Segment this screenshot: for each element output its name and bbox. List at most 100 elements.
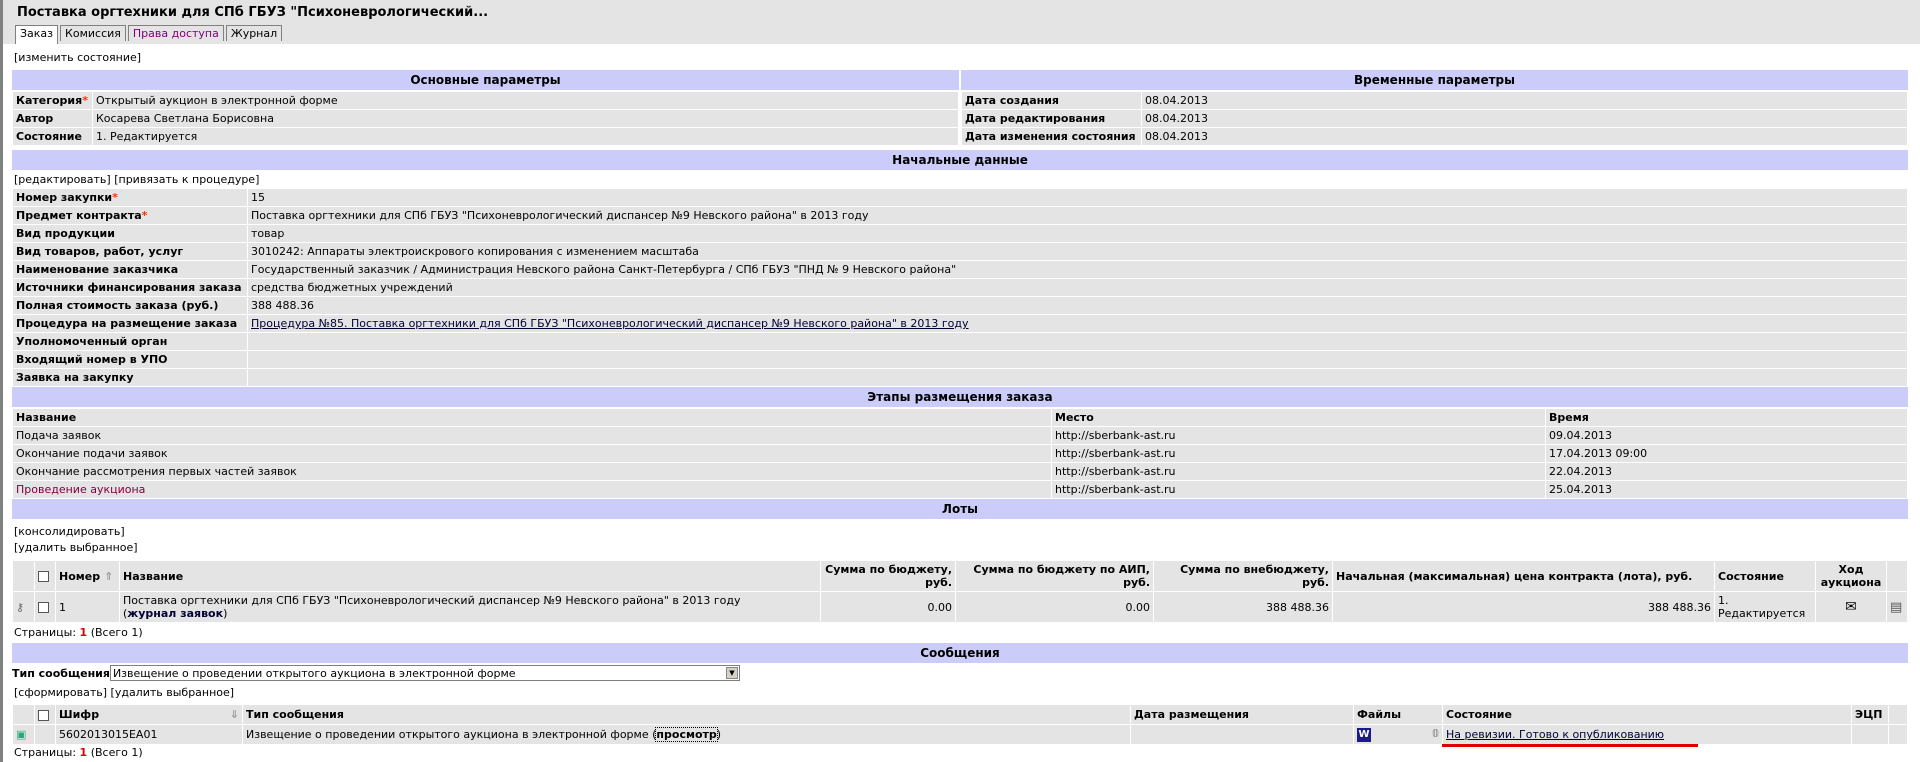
window-frame (0, 0, 3, 762)
lots-table: Номер ⇑ Название Сумма по бюджету, руб. … (12, 560, 1908, 623)
main-params-header: Основные параметры (12, 70, 959, 91)
table-row: Дата создания 08.04.2013 (961, 91, 1908, 110)
col-date: Дата размещения (1130, 704, 1354, 725)
col-auction: Ход аукциона (1815, 560, 1887, 592)
content: [изменить состояние] Основные параметры … (12, 44, 1908, 761)
initial-field-value (247, 368, 1908, 387)
required-marker: * (82, 94, 88, 107)
initial-field-value: товар (247, 224, 1908, 243)
time-param-label: Дата изменения состояния (961, 127, 1142, 146)
word-file-icon[interactable]: W (1357, 728, 1371, 742)
message-state-link[interactable]: На ревизии. Готово к опубликованию (1446, 728, 1664, 741)
table-row: Входящий номер в УПО (12, 350, 1908, 369)
table-row: Уполномоченный орган (12, 332, 1908, 351)
message-code: 5602013015EA01 (55, 724, 243, 745)
initial-field-value (247, 332, 1908, 351)
initial-field-label: Полная стоимость заказа (руб.) (12, 296, 248, 315)
col-signature: ЭЦП (1851, 704, 1889, 725)
initial-field-value: 3010242: Аппараты электроискрового копир… (247, 242, 1908, 261)
table-row: Подача заявок http://sberbank-ast.ru 09.04… (12, 426, 1908, 445)
tab-commission[interactable]: Комиссия (60, 25, 126, 41)
col-files: Файлы (1353, 704, 1443, 725)
time-params-header: Временные параметры (961, 70, 1908, 91)
table-row: Наименование заказчика Государственный за… (12, 260, 1908, 279)
row-checkbox[interactable] (38, 602, 49, 613)
table-row: Категория* Открытый аукцион в электронной… (12, 91, 959, 110)
bids-journal-link[interactable]: журнал заявок (127, 607, 223, 620)
initial-field-label: Источники финансирования заказа (12, 278, 248, 297)
initial-field-value: Государственный заказчик / Администрация… (247, 260, 1908, 279)
tab-order[interactable]: Заказ (15, 25, 59, 44)
time-param-label: Дата редактирования (961, 109, 1142, 128)
initial-field-value: 388 488.36 (247, 296, 1908, 315)
table-row: Полная стоимость заказа (руб.) 388 488.36 (12, 296, 1908, 315)
consolidate-link[interactable]: [консолидировать] (12, 520, 1908, 540)
initial-field-value: Поставка оргтехники для СПб ГБУЗ "Психон… (247, 206, 1908, 225)
message-file-icon[interactable]: ▣ (12, 724, 35, 745)
col-time: Время (1545, 408, 1908, 427)
stages-header: Этапы размещения заказа (12, 387, 1908, 408)
stage-name: Окончание рассмотрения первых частей зая… (12, 462, 1052, 481)
stage-name: Проведение аукциона (12, 480, 1052, 499)
document-icon[interactable]: ▤ (1886, 591, 1908, 623)
initial-field-label: Процедура на размещение заказа (12, 314, 248, 333)
initial-field-label: Вид продукции (12, 224, 248, 243)
form-link[interactable]: [сформировать] (14, 686, 107, 699)
table-row: Источники финансирования заказа средства … (12, 278, 1908, 297)
initial-field-value (247, 350, 1908, 369)
lots-delete-selected-link[interactable]: [удалить выбранное] (12, 540, 1908, 560)
procedure-link[interactable]: Процедура №85. Поставка оргтехники для С… (251, 317, 969, 330)
time-params-table: Дата создания 08.04.2013 Дата редактирован… (961, 91, 1908, 146)
col-place: Место (1051, 408, 1546, 427)
stage-time: 25.04.2013 (1545, 480, 1908, 499)
table-row: Окончание подачи заявок http://sberbank-a… (12, 444, 1908, 463)
messages-select-all-checkbox[interactable] (38, 709, 49, 721)
messages-table: Шифр ⇓ Тип сообщения Дата размещения Файл… (12, 704, 1908, 745)
change-state-link[interactable]: [изменить состояние] (12, 44, 1908, 70)
message-type-select[interactable]: Извещение о проведении открытого аукцион… (109, 665, 740, 681)
lots-select-all-checkbox[interactable] (38, 571, 49, 582)
page-1-link[interactable]: 1 (80, 746, 88, 759)
lot-number: 1 (55, 591, 120, 623)
page-title: Поставка оргтехники для СПб ГБУЗ "Психон… (17, 5, 489, 20)
tab-bar: Заказ Комиссия Права доступа Журнал (15, 25, 283, 44)
messages-delete-selected-link[interactable]: [удалить выбранное] (111, 686, 235, 699)
lots-pagination: Страницы: 1 (Всего 1) (14, 626, 143, 639)
lots-header: Лоты (12, 499, 1908, 520)
table-row: Дата редактирования 08.04.2013 (961, 109, 1908, 128)
view-link[interactable]: просмотр (655, 727, 718, 742)
chevron-down-icon: ▼ (725, 667, 738, 679)
col-number[interactable]: Номер ⇑ (55, 560, 120, 592)
edit-link[interactable]: [редактировать] (14, 173, 111, 186)
main-params-table: Категория* Открытый аукцион в электронной… (12, 91, 959, 146)
tab-access-rights[interactable]: Права доступа (127, 25, 224, 41)
paperclip-icon[interactable]: 𝟘 (1432, 727, 1439, 740)
lot-aip: 0.00 (955, 591, 1154, 623)
table-row: Заявка на закупку (12, 368, 1908, 387)
bind-procedure-link[interactable]: [привязать к процедуре] (114, 173, 259, 186)
time-param-label: Дата создания (961, 91, 1142, 110)
table-row: ▣ 5602013015EA01 Извещение о проведении … (12, 724, 1908, 745)
highlight-underline (1442, 744, 1698, 747)
stage-place: http://sberbank-ast.ru (1051, 426, 1546, 445)
stage-place: http://sberbank-ast.ru (1051, 444, 1546, 463)
table-row: Процедура на размещение заказа Процедура … (12, 314, 1908, 333)
stage-time: 17.04.2013 09:00 (1545, 444, 1908, 463)
initial-field-label: Входящий номер в УПО (12, 350, 248, 369)
col-code[interactable]: Шифр ⇓ (55, 704, 243, 725)
page-1-link[interactable]: 1 (80, 626, 88, 639)
initial-field-label: Уполномоченный орган (12, 332, 248, 351)
messages-header: Сообщения (12, 643, 1908, 664)
initial-field-value: 15 (247, 188, 1908, 207)
col-offbudget: Сумма по внебюджету, руб. (1153, 560, 1333, 592)
time-param-value: 08.04.2013 (1141, 91, 1908, 110)
envelope-icon[interactable]: ✉ (1815, 591, 1887, 623)
table-row: Проведение аукциона http://sberbank-ast.r… (12, 480, 1908, 499)
key-icon[interactable]: ⚷ (12, 591, 35, 623)
initial-field-label: Заявка на закупку (12, 368, 248, 387)
table-row: Окончание рассмотрения первых частей зая… (12, 462, 1908, 481)
stage-time: 22.04.2013 (1545, 462, 1908, 481)
tab-journal[interactable]: Журнал (225, 25, 283, 41)
message-date (1130, 724, 1354, 745)
stages-table: Название Место Время Подача заявок http:/… (12, 408, 1908, 499)
